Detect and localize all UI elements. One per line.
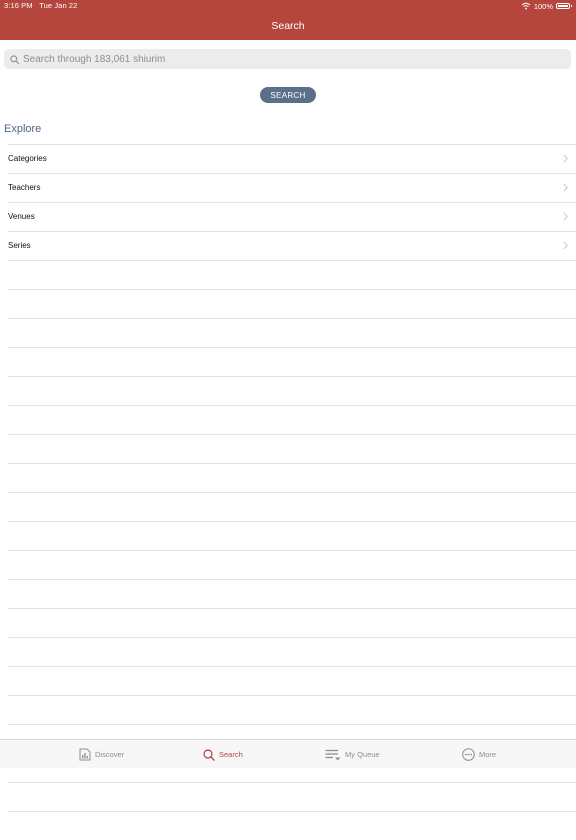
empty-row — [8, 260, 576, 289]
chevron-right-icon — [563, 212, 568, 221]
empty-row — [8, 782, 576, 811]
chevron-right-icon — [563, 154, 568, 163]
empty-row — [8, 376, 576, 405]
status-bar-right: 100% — [521, 1, 572, 11]
empty-row — [8, 637, 576, 666]
explore-heading: Explore — [4, 123, 42, 135]
battery-icon — [556, 3, 572, 9]
empty-row — [8, 811, 576, 840]
tab-label: More — [479, 750, 497, 759]
explore-item-label: Venues — [8, 212, 35, 221]
discover-icon — [79, 748, 91, 761]
search-input[interactable] — [23, 53, 543, 65]
tab-label: Discover — [95, 750, 125, 759]
empty-row — [8, 434, 576, 463]
empty-row — [8, 492, 576, 521]
explore-item-venues[interactable]: Venues — [8, 202, 576, 231]
tab-more[interactable]: More — [462, 740, 496, 769]
empty-row — [8, 666, 576, 695]
empty-row — [8, 289, 576, 318]
queue-icon — [325, 749, 341, 761]
page-title: Search — [271, 20, 305, 32]
tab-label: Search — [219, 750, 243, 759]
tab-label: My Queue — [345, 750, 380, 759]
empty-row — [8, 579, 576, 608]
wifi-icon — [521, 2, 531, 10]
status-bar-time: 3:16 PM Tue Jan 22 — [4, 1, 77, 10]
empty-row — [8, 463, 576, 492]
search-button[interactable]: SEARCH — [260, 87, 316, 103]
status-date: Tue Jan 22 — [39, 1, 78, 10]
explore-item-label: Series — [8, 241, 31, 250]
tab-discover[interactable]: Discover — [79, 740, 124, 769]
explore-item-label: Teachers — [8, 183, 41, 192]
explore-item-series[interactable]: Series — [8, 231, 576, 260]
tab-bar: Discover Search My Queue More — [0, 739, 576, 768]
chevron-right-icon — [563, 241, 568, 250]
tab-search[interactable]: Search — [203, 740, 243, 769]
status-time: 3:16 PM — [4, 1, 33, 10]
search-field[interactable] — [4, 49, 571, 69]
battery-percentage: 100% — [533, 1, 553, 11]
empty-row — [8, 521, 576, 550]
empty-row — [8, 347, 576, 376]
explore-item-label: Categories — [8, 154, 47, 163]
explore-list: Categories Teachers Venues Series — [8, 144, 576, 840]
empty-row — [8, 695, 576, 724]
navigation-header: 3:16 PM Tue Jan 22 100% Search — [0, 0, 576, 40]
empty-row — [8, 550, 576, 579]
search-icon — [203, 748, 215, 761]
explore-item-teachers[interactable]: Teachers — [8, 173, 576, 202]
more-icon — [462, 748, 475, 761]
empty-row — [8, 405, 576, 434]
explore-item-categories[interactable]: Categories — [8, 144, 576, 173]
search-icon — [10, 54, 19, 64]
tab-my-queue[interactable]: My Queue — [325, 740, 380, 769]
empty-row — [8, 608, 576, 637]
chevron-right-icon — [563, 183, 568, 192]
empty-row — [8, 318, 576, 347]
